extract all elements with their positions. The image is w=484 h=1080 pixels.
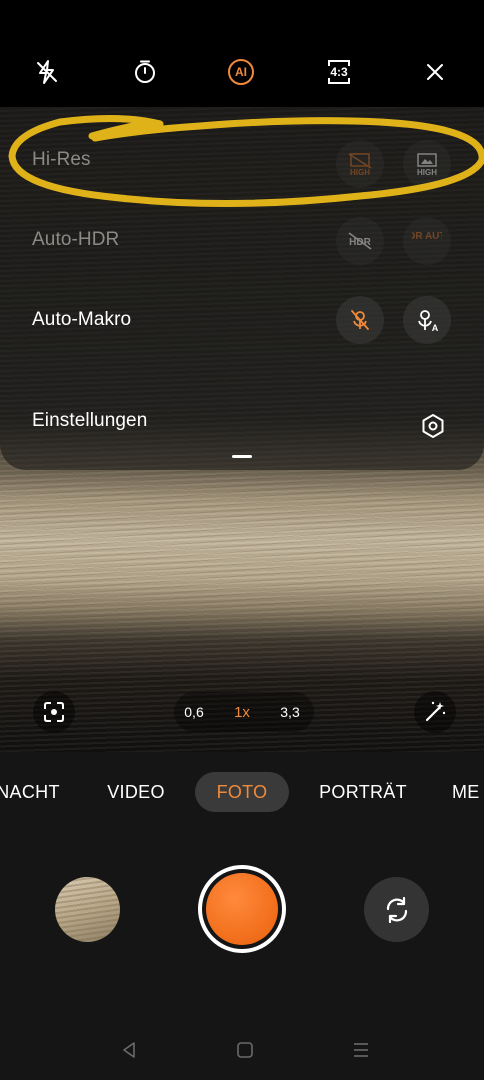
- mode-more[interactable]: ME: [452, 772, 484, 812]
- timer-icon: [135, 60, 155, 83]
- macro-off-button[interactable]: [336, 296, 384, 344]
- settings-icon: [422, 414, 444, 438]
- macro-auto-button[interactable]: A: [403, 296, 451, 344]
- hdr-off-icon: HDR: [348, 232, 372, 250]
- wood-texture: [0, 460, 484, 620]
- hi-res-on-icon: HIGH: [417, 153, 437, 176]
- switch-camera-button[interactable]: [364, 877, 429, 942]
- timer-button[interactable]: [125, 52, 165, 92]
- close-icon: [427, 64, 443, 80]
- hdr-auto-button[interactable]: HDR AUTO: [403, 217, 451, 265]
- focus-icon: [44, 702, 64, 722]
- hdr-auto-icon: HDR AUTO: [412, 231, 442, 242]
- menu-icon: [354, 1043, 368, 1057]
- mode-portraet[interactable]: PORTRÄT: [313, 772, 413, 812]
- magic-wand-icon: [425, 701, 446, 722]
- mode-nacht[interactable]: NACHT: [0, 772, 66, 812]
- close-button[interactable]: [415, 52, 455, 92]
- hi-res-off-button[interactable]: HIGH: [336, 140, 384, 188]
- nav-back-button[interactable]: [117, 1038, 141, 1062]
- ai-button[interactable]: AI: [221, 52, 261, 92]
- gallery-thumbnail[interactable]: [55, 877, 120, 942]
- focus-button[interactable]: [33, 691, 75, 733]
- nav-menu-button[interactable]: [349, 1038, 373, 1062]
- zoom-3-3[interactable]: 3,3: [270, 693, 310, 731]
- shutter-button[interactable]: [206, 873, 278, 945]
- quick-settings-panel: Hi-Res HIGH HIGH Auto-HDR HDR HDR AUTO A…: [0, 107, 484, 470]
- settings-label[interactable]: Einstellungen: [32, 410, 147, 432]
- ai-label: AI: [235, 65, 247, 79]
- magic-button[interactable]: [414, 691, 456, 733]
- hdr-off-button[interactable]: HDR: [336, 217, 384, 265]
- aspect-ratio-button[interactable]: 4:3: [319, 52, 359, 92]
- hi-res-on-button[interactable]: HIGH: [403, 140, 451, 188]
- hi-res-off-icon: HIGH: [348, 153, 372, 176]
- zoom-1x[interactable]: 1x: [222, 693, 262, 731]
- top-bar: AI 4:3: [0, 0, 484, 107]
- svg-text:HDR AUTO: HDR AUTO: [412, 231, 442, 242]
- flash-off-icon: [37, 60, 57, 84]
- nav-home-button[interactable]: [233, 1038, 257, 1062]
- auto-makro-label: Auto-Makro: [32, 309, 132, 330]
- hi-res-label: Hi-Res: [32, 149, 91, 170]
- svg-text:A: A: [432, 323, 439, 333]
- macro-auto-icon: A: [418, 310, 439, 333]
- settings-button[interactable]: [416, 409, 450, 443]
- zoom-0-6[interactable]: 0,6: [174, 693, 214, 731]
- panel-drag-handle[interactable]: [232, 455, 252, 458]
- mode-video[interactable]: VIDEO: [98, 772, 174, 812]
- svg-text:HIGH: HIGH: [350, 168, 370, 176]
- back-icon: [123, 1042, 135, 1058]
- auto-hdr-label: Auto-HDR: [32, 229, 120, 250]
- svg-text:HIGH: HIGH: [417, 168, 437, 176]
- flash-off-button[interactable]: [27, 52, 67, 92]
- mode-foto[interactable]: FOTO: [195, 772, 289, 812]
- home-icon: [237, 1042, 253, 1058]
- switch-camera-icon: [386, 896, 407, 923]
- aspect-ratio-label: 4:3: [330, 65, 348, 79]
- macro-off-icon: [351, 310, 369, 330]
